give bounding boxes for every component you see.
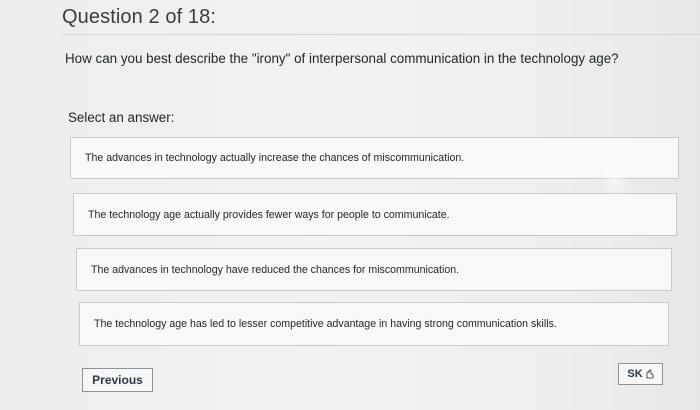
select-answer-label: Select an answer:	[68, 110, 175, 125]
answer-option-4-text: The technology age has led to lesser com…	[94, 318, 557, 330]
previous-button-label: Previous	[92, 373, 143, 387]
answer-option-2-text: The technology age actually provides few…	[88, 208, 450, 221]
answer-option-1[interactable]: The advances in technology actually incr…	[70, 137, 679, 179]
answer-option-4[interactable]: The technology age has led to lesser com…	[79, 302, 669, 346]
answer-option-1-text: The advances in technology actually incr…	[85, 152, 465, 164]
answer-option-3-text: The advances in technology have reduced …	[91, 263, 460, 276]
skip-button[interactable]: SK	[618, 363, 663, 385]
question-text: How can you best describe the "irony" of…	[65, 51, 619, 66]
screen-glare	[600, 160, 630, 200]
skip-button-label: SK	[627, 368, 643, 380]
previous-button[interactable]: Previous	[82, 368, 153, 392]
answer-option-3[interactable]: The advances in technology have reduced …	[76, 248, 672, 291]
header-divider	[62, 34, 700, 35]
pointer-cursor-icon	[644, 369, 654, 379]
question-counter: Question 2 of 18:	[62, 6, 217, 28]
answer-option-2[interactable]: The technology age actually provides few…	[73, 193, 677, 236]
